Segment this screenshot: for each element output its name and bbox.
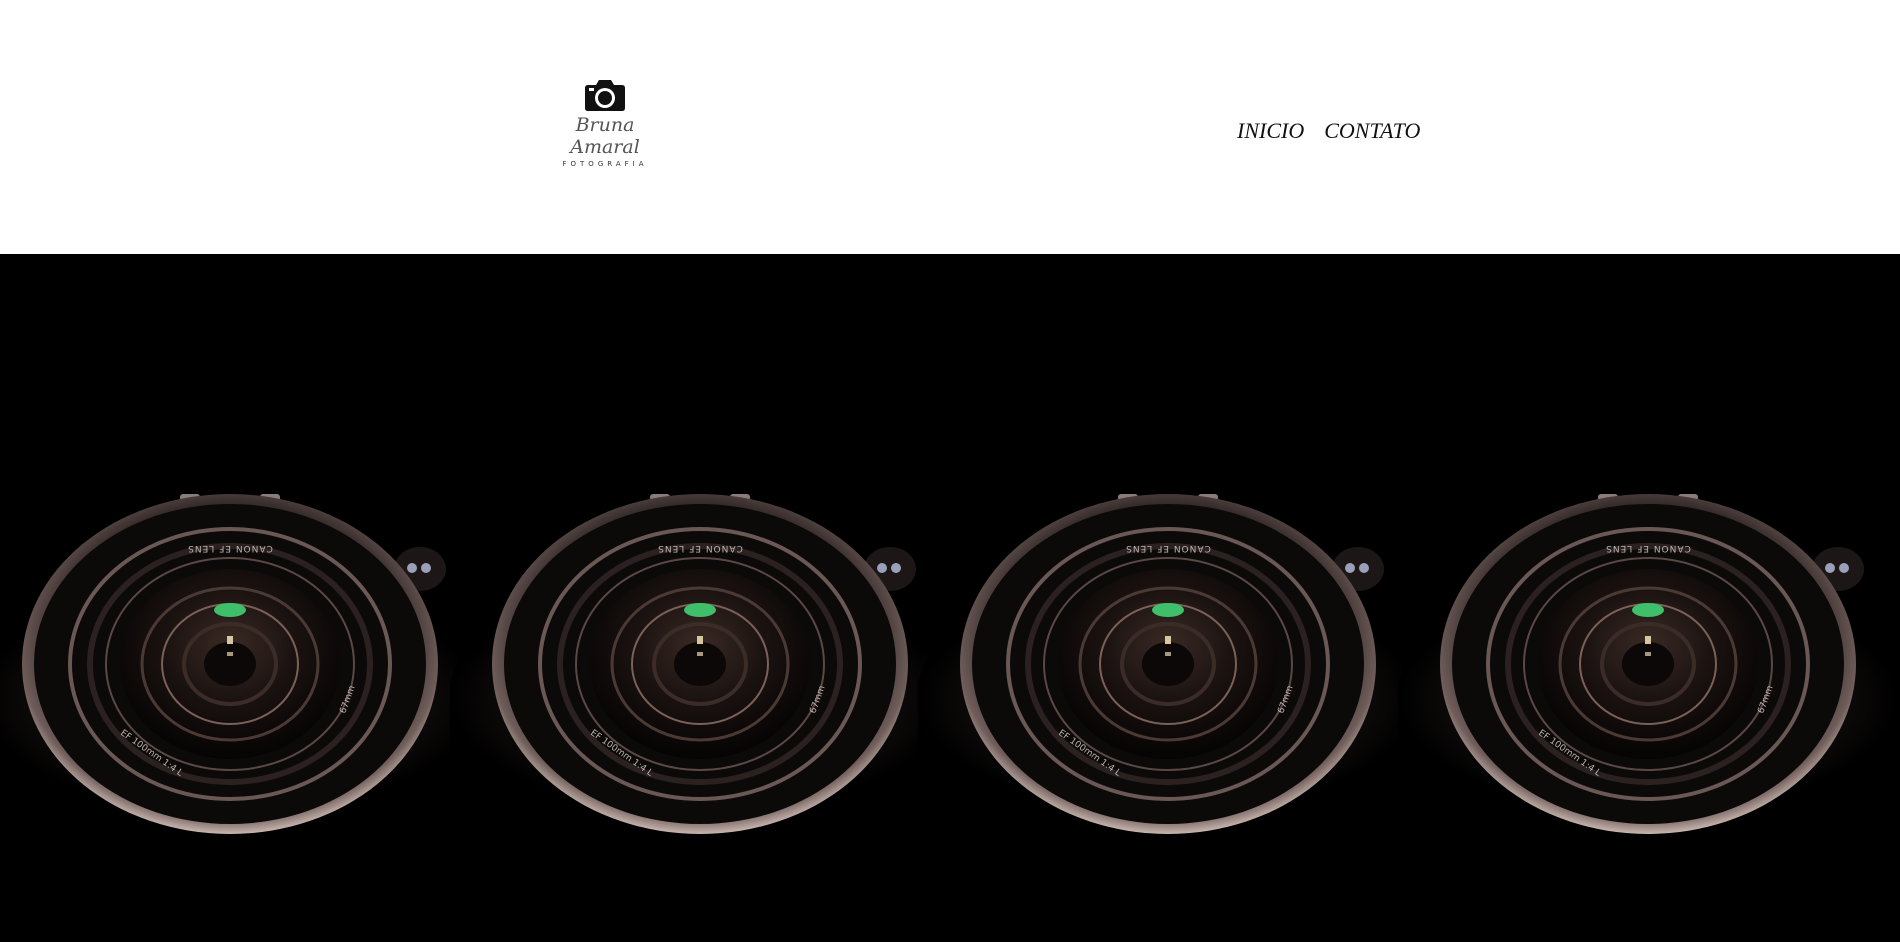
site-logo[interactable]: Bruna Amaral FOTOGRAFIA — [540, 76, 670, 168]
logo-subtitle: FOTOGRAFIA — [562, 160, 648, 168]
camera-lens-photo: CANON EF LENS EF 100mm 1:4 L 67mm — [0, 254, 1900, 942]
site-header: Bruna Amaral FOTOGRAFIA INICIO CONTATO — [0, 0, 1900, 254]
main-nav: INICIO CONTATO — [1237, 116, 1420, 146]
nav-inicio[interactable]: INICIO — [1237, 116, 1304, 146]
hero-banner: CANON EF LENS EF 100mm 1:4 L 67mm — [0, 254, 1900, 942]
camera-icon — [585, 80, 625, 111]
logo-name: Bruna Amaral — [570, 114, 640, 158]
nav-contato[interactable]: CONTATO — [1324, 116, 1420, 146]
